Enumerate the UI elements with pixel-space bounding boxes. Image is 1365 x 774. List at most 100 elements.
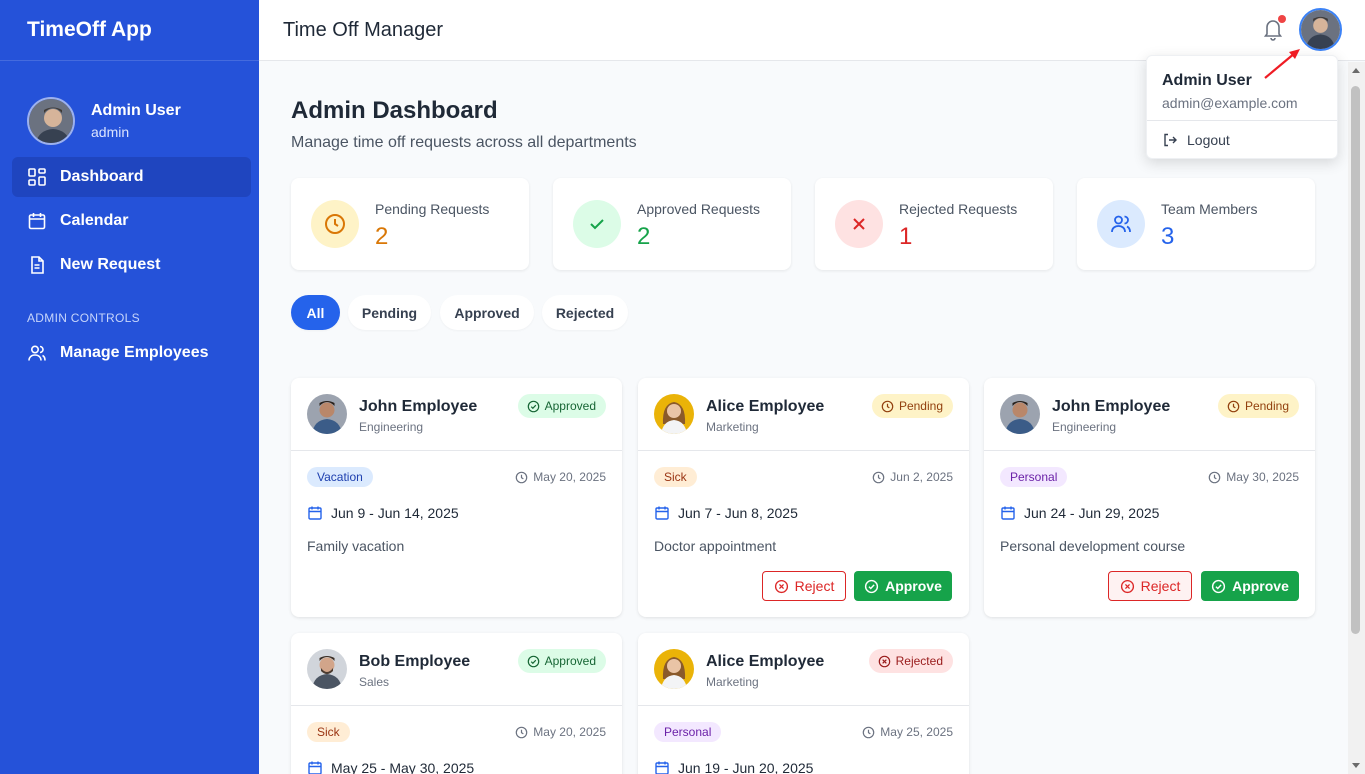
request-card: John Employee Engineering Pending Person… — [984, 378, 1315, 617]
request-reason: Personal development course — [1000, 538, 1186, 554]
clock-icon — [515, 471, 528, 483]
approve-button[interactable]: Approve — [854, 571, 952, 601]
notification-dot — [1278, 15, 1286, 23]
user-dropdown-menu: Admin User admin@example.com Logout — [1146, 55, 1338, 159]
top-header: Time Off Manager — [259, 0, 1365, 61]
request-reason: Doctor appointment — [654, 538, 777, 554]
scrollbar-thumb[interactable] — [1351, 86, 1360, 634]
clock-icon — [515, 726, 528, 738]
status-badge: Pending — [871, 394, 953, 418]
logout-icon — [1164, 133, 1177, 147]
stat-label: Rejected Requests — [899, 201, 1018, 217]
leave-type-badge: Personal — [1000, 467, 1068, 487]
filter-rejected[interactable]: Rejected — [542, 295, 628, 330]
calendar-icon — [655, 506, 669, 520]
employee-department: Marketing — [706, 675, 759, 689]
employee-name: Bob Employee — [359, 653, 471, 670]
employee-department: Engineering — [1052, 420, 1117, 434]
stat-value: 3 — [1161, 223, 1175, 250]
x-icon — [835, 200, 883, 248]
reject-button[interactable]: Reject — [762, 571, 846, 601]
x-circle-icon — [774, 579, 788, 593]
check-circle-icon — [527, 655, 539, 667]
request-reason: Family vacation — [307, 538, 405, 554]
sidebar-item-label: Manage Employees — [60, 344, 209, 361]
leave-type-badge: Sick — [307, 722, 350, 742]
filter-approved[interactable]: Approved — [440, 295, 534, 330]
employee-department: Engineering — [359, 420, 424, 434]
sidebar: TimeOff App Admin User admin Dashboard C… — [0, 0, 259, 774]
scroll-down-arrow[interactable] — [1352, 763, 1360, 768]
date-range: Jun 24 - Jun 29, 2025 — [1000, 505, 1159, 521]
document-icon — [31, 256, 44, 274]
check-circle-icon — [527, 400, 539, 412]
calendar-icon — [655, 761, 669, 774]
employee-avatar — [307, 394, 347, 434]
calendar-icon — [1001, 506, 1015, 520]
clock-icon — [872, 471, 885, 483]
sidebar-item-new-request[interactable]: New Request — [12, 245, 251, 285]
request-card: Alice Employee Marketing Rejected Person… — [638, 633, 969, 774]
logout-button[interactable]: Logout — [1162, 130, 1230, 150]
dashboard-grid-icon — [28, 168, 46, 186]
header-title: Time Off Manager — [283, 19, 444, 41]
stat-value: 2 — [375, 223, 389, 250]
x-circle-icon — [1120, 579, 1134, 593]
employee-department: Sales — [359, 675, 390, 689]
dropdown-divider — [1147, 120, 1337, 121]
page-subtitle: Manage time off requests across all depa… — [291, 134, 637, 151]
submitted-date: May 30, 2025 — [1208, 470, 1299, 484]
filter-pending[interactable]: Pending — [348, 295, 431, 330]
sidebar-user-name: Admin User — [91, 102, 181, 119]
submitted-date: May 20, 2025 — [515, 725, 606, 739]
leave-type-badge: Sick — [654, 467, 697, 487]
clock-icon — [881, 400, 894, 412]
users-icon — [28, 345, 46, 361]
employee-avatar — [654, 649, 694, 689]
sidebar-item-label: New Request — [60, 256, 161, 273]
employee-name: John Employee — [1052, 398, 1171, 415]
submitted-date: May 20, 2025 — [515, 470, 606, 484]
stat-label: Approved Requests — [637, 201, 760, 217]
clock-icon — [862, 726, 875, 738]
employee-department: Marketing — [706, 420, 759, 434]
employee-name: Alice Employee — [706, 398, 825, 415]
sidebar-user: Admin User admin — [0, 61, 259, 157]
employee-avatar — [654, 394, 694, 434]
check-circle-icon — [864, 579, 879, 593]
stat-value: 2 — [637, 223, 651, 250]
sidebar-item-calendar[interactable]: Calendar — [12, 201, 251, 241]
request-card: Bob Employee Sales Approved Sick May 20,… — [291, 633, 622, 774]
x-circle-icon — [878, 655, 890, 667]
date-range: May 25 - May 30, 2025 — [307, 760, 474, 774]
approve-button[interactable]: Approve — [1201, 571, 1299, 601]
submitted-date: Jun 2, 2025 — [872, 470, 953, 484]
date-range: Jun 7 - Jun 8, 2025 — [654, 505, 798, 521]
reject-button[interactable]: Reject — [1108, 571, 1192, 601]
sidebar-item-manage-employees[interactable]: Manage Employees — [12, 333, 251, 373]
sidebar-item-dashboard[interactable]: Dashboard — [12, 157, 251, 197]
page-title: Admin Dashboard — [291, 97, 498, 124]
sidebar-item-label: Dashboard — [60, 168, 144, 185]
request-card: John Employee Engineering Approved Vacat… — [291, 378, 622, 617]
dropdown-user-name: Admin User — [1162, 72, 1252, 89]
user-avatar — [27, 97, 75, 145]
date-range: Jun 9 - Jun 14, 2025 — [307, 505, 459, 521]
calendar-icon — [308, 761, 322, 774]
header-avatar-button[interactable] — [1299, 8, 1342, 51]
stat-card-approved: Approved Requests 2 — [553, 178, 791, 270]
status-badge: Rejected — [868, 649, 953, 673]
stat-card-pending: Pending Requests 2 — [291, 178, 529, 270]
check-icon — [573, 200, 621, 248]
calendar-icon — [308, 506, 322, 520]
scroll-up-arrow[interactable] — [1351, 68, 1360, 73]
employee-avatar — [1000, 394, 1040, 434]
status-badge: Approved — [517, 649, 606, 673]
request-card: Alice Employee Marketing Pending Sick Ju… — [638, 378, 969, 617]
dropdown-user-email: admin@example.com — [1162, 95, 1298, 111]
leave-type-badge: Vacation — [307, 467, 373, 487]
status-badge: Pending — [1217, 394, 1299, 418]
filter-all[interactable]: All — [291, 295, 340, 330]
stat-label: Pending Requests — [375, 201, 490, 217]
app-brand[interactable]: TimeOff App — [0, 0, 259, 61]
